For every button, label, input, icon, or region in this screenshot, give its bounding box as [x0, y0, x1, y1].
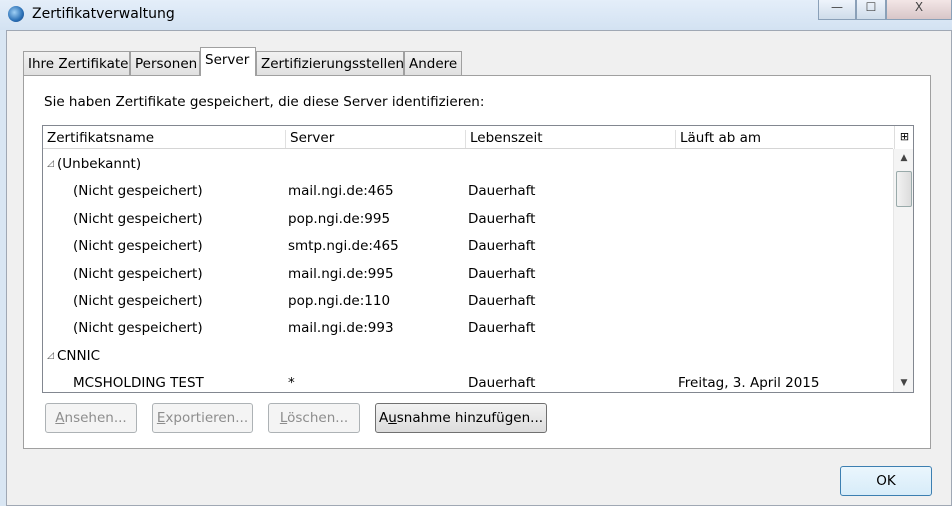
scroll-thumb[interactable] — [896, 171, 912, 207]
scroll-up-arrow-icon[interactable]: ▲ — [894, 153, 913, 163]
table-row[interactable]: (Nicht gespeichert) mail.ngi.de:993 Dauerh… — [43, 314, 893, 341]
cert-server: pop.ngi.de:995 — [288, 210, 391, 227]
certificate-tree[interactable]: Zertifikatsname Server Lebenszeit Läuft … — [42, 125, 914, 393]
table-row[interactable]: (Nicht gespeichert) pop.ngi.de:995 Dauerha… — [43, 205, 893, 232]
expand-triangle-icon[interactable]: ◿ — [47, 159, 54, 169]
close-button[interactable]: X — [886, 0, 952, 20]
table-row[interactable]: (Nicht gespeichert) mail.ngi.de:995 Dauerh… — [43, 260, 893, 287]
column-header-name[interactable]: Zertifikatsname — [43, 130, 285, 148]
delete-button[interactable]: Löschen... — [268, 403, 360, 433]
table-row[interactable]: (Nicht gespeichert) smtp.ngi.de:465 Dauerh… — [43, 232, 893, 259]
cert-server: mail.ngi.de:993 — [288, 320, 394, 337]
cert-server: mail.ngi.de:995 — [288, 265, 394, 282]
tab-personen[interactable]: Personen — [130, 51, 200, 75]
cert-lifetime: Dauerhaft — [468, 320, 536, 337]
label: nsehen... — [64, 410, 127, 426]
view-button[interactable]: Ansehen... — [45, 403, 137, 433]
cert-name: (Nicht gespeichert) — [73, 183, 203, 200]
label: A — [378, 410, 389, 426]
table-row[interactable]: MCSHOLDING TEST * Dauerhaft Freitag, 3. Apr… — [43, 369, 893, 392]
label: snahme hinzufügen... — [396, 410, 544, 426]
accel: u — [388, 410, 397, 426]
minimize-button[interactable]: — — [818, 0, 856, 20]
tree-group-row[interactable]: ◿ (Unbekannt) — [43, 150, 893, 177]
column-header-lifetime[interactable]: Lebenszeit — [465, 130, 675, 148]
add-exception-button[interactable]: Ausnahme hinzufügen... — [375, 403, 547, 433]
cert-lifetime: Dauerhaft — [468, 183, 536, 200]
tab-server[interactable]: Server — [200, 47, 256, 76]
ok-button[interactable]: OK — [840, 466, 932, 496]
tab-ihre-zertifikate[interactable]: Ihre Zertifikate — [23, 51, 130, 75]
cert-lifetime: Dauerhaft — [468, 238, 536, 255]
cert-server: smtp.ngi.de:465 — [288, 238, 399, 255]
column-header-expires[interactable]: Läuft ab am — [675, 130, 893, 148]
app-icon — [8, 6, 24, 22]
group-name: CNNIC — [57, 347, 101, 364]
cert-lifetime: Dauerhaft — [468, 210, 536, 227]
cert-name: (Nicht gespeichert) — [73, 210, 203, 227]
tree-group-row[interactable]: ◿ CNNIC — [43, 342, 893, 369]
cert-server: pop.ngi.de:110 — [288, 293, 391, 309]
vertical-scrollbar[interactable]: ▲ ▼ — [893, 149, 913, 392]
expand-triangle-icon[interactable]: ◿ — [47, 351, 54, 361]
scroll-down-arrow-icon[interactable]: ▼ — [894, 378, 913, 388]
cert-server: mail.ngi.de:465 — [288, 183, 394, 200]
cert-name: (Nicht gespeichert) — [73, 238, 203, 255]
table-header: Zertifikatsname Server Lebenszeit Läuft … — [43, 126, 893, 149]
cert-server: * — [288, 375, 295, 392]
cert-name: (Nicht gespeichert) — [73, 265, 203, 282]
label: xportieren... — [165, 410, 249, 426]
label: öschen... — [287, 410, 349, 426]
cert-name: (Nicht gespeichert) — [73, 320, 203, 337]
cert-name: MCSHOLDING TEST — [73, 375, 204, 392]
cert-name: (Nicht gespeichert) — [73, 293, 203, 309]
tab-andere[interactable]: Andere — [404, 51, 462, 75]
maximize-button[interactable]: ☐ — [856, 0, 886, 20]
table-row[interactable]: (Nicht gespeichert) pop.ngi.de:110 Dauerha… — [43, 287, 893, 314]
cert-expires: Freitag, 3. April 2015 — [678, 375, 820, 392]
table-row[interactable]: (Nicht gespeichert) mail.ngi.de:465 Dauerh… — [43, 177, 893, 204]
export-button[interactable]: Exportieren... — [152, 403, 253, 433]
cert-lifetime: Dauerhaft — [468, 293, 536, 309]
cert-lifetime: Dauerhaft — [468, 375, 536, 392]
intro-text: Sie haben Zertifikate gespeichert, die d… — [44, 94, 485, 110]
group-name: (Unbekannt) — [57, 156, 142, 172]
window-title: Zertifikatverwaltung — [32, 6, 175, 22]
tab-zertifizierungsstellen[interactable]: Zertifizierungsstellen — [256, 51, 404, 75]
cert-lifetime: Dauerhaft — [468, 265, 536, 282]
title-bar: Zertifikatverwaltung — ☐ X — [0, 0, 952, 30]
column-header-server[interactable]: Server — [285, 130, 465, 148]
accel: A — [55, 410, 65, 426]
column-picker-icon[interactable]: ⊞ — [894, 126, 913, 149]
